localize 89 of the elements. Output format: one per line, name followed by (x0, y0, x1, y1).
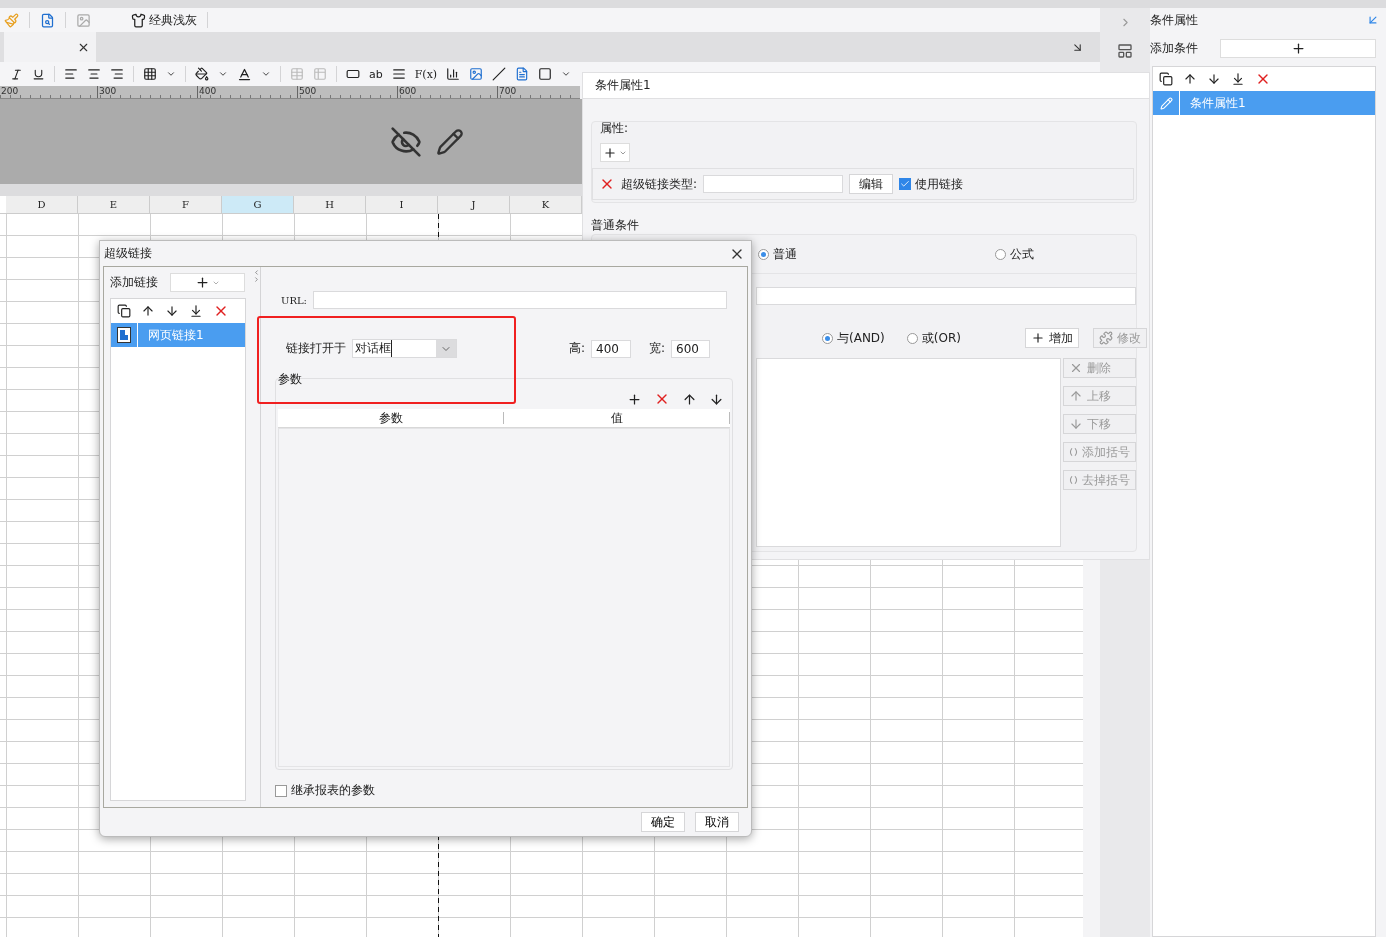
bar-chart-icon[interactable] (446, 67, 461, 81)
border-icon[interactable] (143, 67, 157, 81)
column-header: 值 (504, 412, 730, 424)
cell-border-icon[interactable] (538, 67, 553, 81)
url-label: URL: (281, 294, 307, 306)
inherit-checkbox[interactable]: 继承报表的参数 (275, 782, 733, 799)
width-label: 宽: (649, 340, 666, 357)
add-button[interactable]: 增加 (1024, 328, 1079, 348)
copy-icon[interactable] (1159, 72, 1173, 86)
caret-icon[interactable] (261, 69, 271, 79)
font-color-icon[interactable] (237, 66, 252, 82)
merge-cells-icon[interactable] (290, 67, 304, 81)
column-header[interactable]: E (78, 196, 150, 213)
column-header[interactable]: H (294, 196, 366, 213)
use-link-checkbox[interactable]: 使用链接 (899, 175, 964, 193)
paragraph-icon[interactable] (391, 67, 406, 81)
edit-button[interactable]: 编辑 (849, 174, 894, 194)
align-left-icon[interactable] (64, 67, 78, 81)
pencil-icon[interactable] (436, 127, 464, 156)
panel-title: 条件属性 (1150, 11, 1198, 29)
height-label: 高: (569, 340, 586, 357)
shirt-icon[interactable] (131, 12, 146, 28)
arrow-down-icon (1069, 417, 1083, 431)
window-title: 条件属性1 (595, 77, 651, 94)
field-label: 超级链接类型: (621, 175, 698, 193)
puzzle-icon (1098, 331, 1113, 345)
open-in-dropdown[interactable]: 对话框 (352, 339, 457, 358)
parentheses-icon (1069, 446, 1078, 458)
text-button[interactable]: ab (369, 67, 383, 81)
column-header[interactable]: K (510, 196, 582, 213)
caret-icon[interactable] (166, 69, 176, 79)
arrow-up-icon[interactable] (1183, 72, 1197, 86)
align-center-icon[interactable] (87, 67, 101, 81)
group-legend: 普通条件 (591, 217, 1137, 234)
caret-icon[interactable] (561, 69, 572, 79)
add-link-label: 添加链接 (110, 274, 158, 291)
width-field[interactable]: 600 (671, 339, 711, 358)
eye-off-icon[interactable] (390, 125, 422, 158)
check-icon (900, 179, 911, 189)
type-radio[interactable]: 公式 (995, 245, 1034, 263)
move-to-bottom-icon[interactable] (189, 304, 203, 318)
logic-radio[interactable]: 或(OR) (906, 329, 961, 347)
group-legend: 属性: (600, 120, 1134, 137)
url-field[interactable] (312, 291, 727, 309)
height-field[interactable]: 400 (591, 339, 632, 358)
align-right-icon[interactable] (110, 67, 124, 81)
formula-button[interactable]: F(x) (414, 67, 438, 81)
copy-icon[interactable] (117, 304, 131, 318)
caret-icon[interactable] (218, 69, 228, 79)
close-icon (1069, 361, 1083, 375)
cancel-button[interactable]: 取消 (695, 812, 739, 832)
move-to-bottom-icon[interactable] (1231, 72, 1245, 86)
web-link-icon (117, 327, 131, 343)
type-radio[interactable]: 普通 (758, 245, 989, 263)
text-field-icon[interactable] (346, 67, 360, 81)
add-condition-label: 添加条件 (1150, 39, 1198, 57)
panel-layout-icon[interactable] (1117, 43, 1133, 59)
slash-icon[interactable] (492, 67, 507, 81)
split-cells-icon[interactable] (313, 67, 327, 81)
column-header[interactable]: I (366, 196, 438, 213)
template-search-icon[interactable] (40, 12, 55, 28)
dialog-title: 超级链接 (104, 245, 152, 262)
italic-icon[interactable] (10, 67, 23, 81)
image-icon[interactable] (469, 67, 484, 81)
add-property-button[interactable] (600, 143, 630, 162)
ok-button[interactable]: 确定 (641, 812, 685, 832)
plus-icon[interactable] (195, 275, 210, 290)
hyperlink-type-field[interactable] (703, 175, 844, 193)
remove-parentheses-icon (1069, 474, 1078, 486)
arrow-up-icon (1069, 389, 1083, 403)
arrow-down-icon[interactable] (1207, 72, 1221, 86)
open-in-label: 链接打开于 (286, 340, 346, 357)
arrow-down-icon[interactable] (709, 391, 724, 407)
theme-label[interactable]: 经典浅灰 (149, 11, 197, 29)
fill-color-icon[interactable] (195, 67, 209, 81)
underline-icon[interactable] (32, 67, 45, 81)
column-header[interactable]: J (438, 196, 510, 213)
ruler: 200 300 400 500 600 700 (0, 86, 580, 99)
group-legend: 参数 (278, 371, 302, 388)
logic-radio[interactable]: 与(AND) (822, 329, 885, 347)
plus-icon[interactable] (627, 391, 642, 407)
document-icon[interactable] (515, 67, 530, 81)
plus-icon (1030, 331, 1045, 345)
condition-field[interactable] (756, 287, 1136, 305)
column-header[interactable]: G (222, 196, 294, 213)
column-header[interactable]: D (6, 196, 78, 213)
column-header[interactable]: F (150, 196, 222, 213)
plus-icon[interactable] (1290, 40, 1306, 56)
column-header: 参数 (278, 412, 504, 424)
